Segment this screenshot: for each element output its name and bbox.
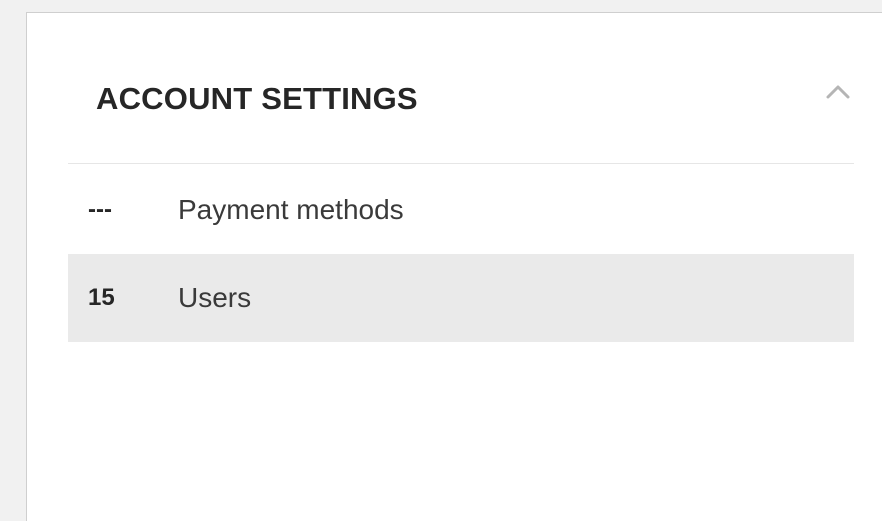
account-settings-panel: ACCOUNT SETTINGS --- Payment methods 15 … [26,12,882,521]
panel-title: ACCOUNT SETTINGS [96,81,418,116]
chevron-up-icon [826,85,850,99]
menu-item-label: Payment methods [178,194,404,225]
collapse-toggle-button[interactable] [822,77,854,109]
menu-item-users[interactable]: 15 Users [68,254,854,342]
menu-item-count: --- [88,196,112,223]
settings-menu-list: --- Payment methods 15 Users [68,166,854,342]
menu-item-label: Users [178,282,252,313]
menu-item-payment-methods[interactable]: --- Payment methods [68,166,854,254]
menu-item-count: 15 [88,284,115,311]
panel-header: ACCOUNT SETTINGS [68,13,854,164]
